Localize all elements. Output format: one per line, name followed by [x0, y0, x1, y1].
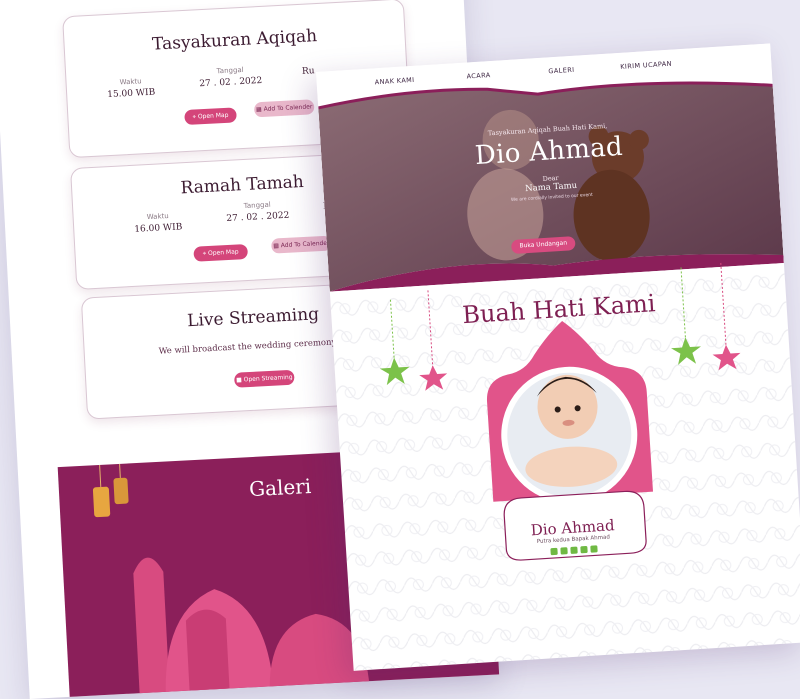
time-value: 15.00 WIB	[106, 87, 156, 101]
lantern-icon	[92, 486, 111, 518]
open-map-button[interactable]: ⌖ Open Map	[184, 107, 237, 126]
event-title: Tasyakuran Aqiqah	[151, 26, 318, 55]
open-map-button[interactable]: ⌖ Open Map	[193, 243, 249, 262]
calendar-icon: ▦	[255, 106, 262, 114]
map-pin-icon: ⌖	[192, 113, 197, 121]
calendar-icon: ▦	[273, 242, 280, 250]
time-label: Waktu	[119, 77, 142, 87]
invitation-page: ANAK KAMI ACARA GALERI KIRIM UCAPAN Tasy…	[316, 43, 800, 671]
date-value: 27 . 02 . 2022	[199, 75, 263, 90]
map-pin-icon: ⌖	[202, 250, 207, 258]
time-value: 16.00 WIB	[134, 222, 183, 235]
date-label: Tanggal	[243, 200, 271, 211]
open-streaming-button[interactable]: ■ Open Streaming	[233, 369, 295, 388]
video-icon: ■	[235, 376, 242, 384]
date-value: 27 . 02 . 2022	[226, 210, 290, 225]
lantern-icon	[113, 477, 129, 505]
youtube-icon[interactable]	[580, 545, 588, 554]
add-calendar-button[interactable]: ▦ Add To Calender	[253, 99, 315, 118]
instagram-icon[interactable]	[550, 547, 558, 556]
date-label: Tanggal	[216, 65, 244, 76]
time-label: Waktu	[146, 212, 169, 222]
facebook-icon[interactable]	[560, 547, 568, 555]
add-calendar-button[interactable]: ▦ Add To Calender	[271, 235, 332, 254]
twitter-icon[interactable]	[570, 546, 578, 554]
photo-frame	[487, 321, 654, 561]
whatsapp-icon[interactable]	[590, 545, 598, 553]
